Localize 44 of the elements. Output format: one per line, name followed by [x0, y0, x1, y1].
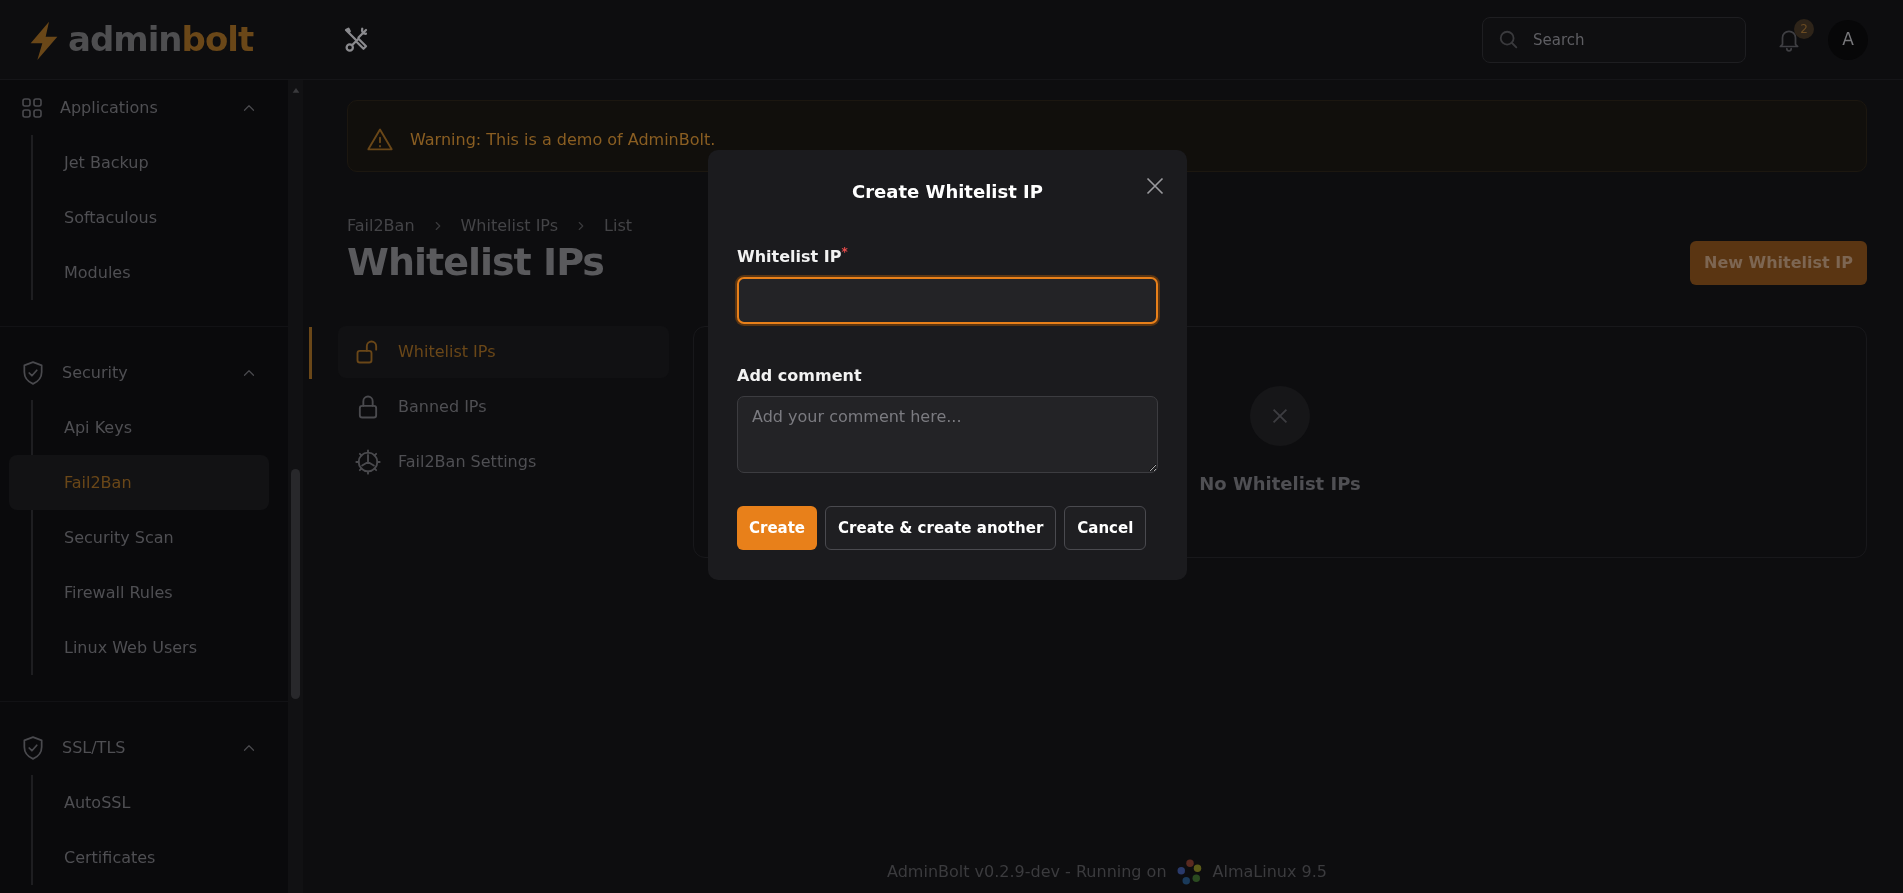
search-icon [1498, 28, 1520, 51]
ip-input-field[interactable] [737, 277, 1158, 324]
user-avatar[interactable]: A [1828, 19, 1868, 60]
page-title: Whitelist IPs [347, 240, 604, 286]
subnav-tab[interactable]: Fail2Ban Settings [338, 435, 669, 488]
sidebar-item[interactable]: Jet Backup [9, 135, 269, 190]
scrollbar[interactable] [288, 80, 303, 893]
field-label: Whitelist IP$^{*}$ [737, 245, 849, 268]
create-button[interactable]: Create [737, 505, 818, 550]
settings-icon [354, 447, 382, 476]
sidebar-group-label[interactable]: Security [62, 360, 224, 385]
sidebar-group-label[interactable]: Applications [60, 95, 224, 120]
search-field[interactable]: Search [1482, 16, 1746, 63]
scrollbar-thumb[interactable] [291, 469, 300, 699]
sidebar-item[interactable]: Fail2Ban [9, 455, 269, 510]
active-indicator [309, 327, 312, 380]
shield-check-icon [20, 359, 46, 386]
new-whitelist-ip-button[interactable]: New Whitelist IP [1690, 240, 1867, 285]
breadcrumb-link[interactable]: List [604, 214, 633, 238]
comment-field[interactable]: Add your comment here... [737, 396, 1158, 473]
notification-count: 2 [1794, 18, 1814, 39]
cancel-button[interactable]: Cancel [1064, 505, 1147, 550]
logo[interactable]: adminbolt [68, 14, 254, 65]
sidebar-item[interactable]: Certificates [9, 830, 269, 885]
sidebar-item[interactable]: AutoSSL [9, 775, 269, 830]
empty-state-text: No Whitelist IPs [1199, 472, 1361, 497]
scroll-up-icon [290, 86, 301, 94]
breadcrumb-link[interactable]: Fail2Ban [347, 214, 415, 238]
sidebar-item[interactable]: Security Scan [9, 510, 269, 565]
field-label: Add comment [737, 365, 863, 387]
subnav-tab[interactable]: Whitelist IPs [338, 325, 669, 378]
warning-text: Warning: This is a demo of AdminBolt. [410, 129, 716, 151]
sidebar-group-label[interactable]: SSL/TLS [62, 735, 224, 760]
breadcrumb-link[interactable]: Whitelist IPs [460, 214, 559, 238]
sidebar-item[interactable]: Softaculous [9, 190, 269, 245]
sidebar-item[interactable]: Api Keys [9, 400, 269, 455]
sidebar-item[interactable]: Modules [9, 245, 269, 300]
create-another-button[interactable]: Create & create another [825, 505, 1057, 550]
modal-title: Create Whitelist IP [851, 180, 1044, 204]
grid-icon [20, 95, 44, 120]
subnav-tab[interactable]: Banned IPs [338, 380, 669, 433]
sidebar-item[interactable]: Linux Web Users [9, 620, 269, 675]
sidebar-item[interactable]: Firewall Rules [9, 565, 269, 620]
shield-check-icon [20, 734, 46, 761]
